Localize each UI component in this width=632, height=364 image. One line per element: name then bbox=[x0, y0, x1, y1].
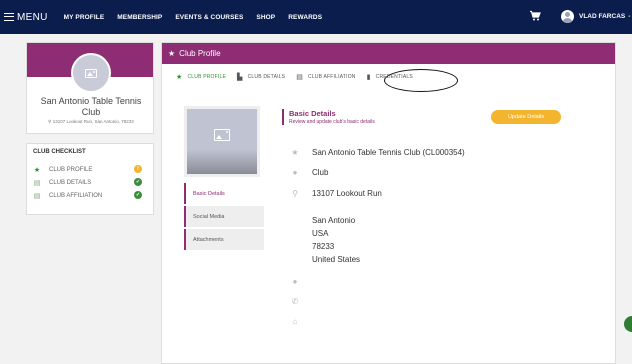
check-icon: ✓ bbox=[134, 191, 142, 199]
user-name: VLAD FARCAS bbox=[579, 13, 626, 20]
menu-button[interactable]: MENU bbox=[4, 12, 48, 23]
nav-link-shop[interactable]: SHOP bbox=[256, 14, 275, 21]
side-nav-attachments[interactable]: Attachments bbox=[184, 229, 264, 250]
details-side-nav: Basic Details Social Media Attachments bbox=[184, 183, 264, 252]
zip-value: 78233 bbox=[312, 242, 335, 251]
checklist-item-club-affiliation[interactable]: ▤ CLUB AFFILIATION ✓ bbox=[33, 190, 147, 201]
document-icon: ▙ bbox=[237, 74, 243, 81]
affiliation-icon: ▤ bbox=[296, 74, 304, 81]
menu-label: MENU bbox=[17, 11, 48, 23]
checklist-title: CLUB CHECKLIST bbox=[33, 149, 86, 155]
club-checklist: CLUB CHECKLIST ★ CLUB PROFILE ! ▤ CLUB D… bbox=[26, 143, 154, 215]
info-icon: ● bbox=[292, 168, 298, 177]
update-details-button[interactable]: Update Details bbox=[491, 110, 561, 124]
hamburger-icon bbox=[4, 13, 14, 21]
nav-link-my-profile[interactable]: MY PROFILE bbox=[64, 14, 105, 21]
panel-title: Club Profile bbox=[179, 49, 221, 58]
location-pin-icon: ⚲ bbox=[48, 119, 52, 124]
checklist-item-club-profile[interactable]: ★ CLUB PROFILE ! bbox=[33, 164, 147, 175]
chat-widget-icon[interactable] bbox=[624, 316, 632, 332]
profile-tabs: ★ CLUB PROFILE ▙ CLUB DETAILS ▤ CLUB AFF… bbox=[176, 73, 424, 81]
cart-icon[interactable] bbox=[529, 10, 541, 22]
club-address-text: 13107 Lookout Run, San Antonio, 78233 bbox=[52, 119, 134, 124]
star-icon: ★ bbox=[291, 148, 299, 157]
nav-links: MY PROFILE MEMBERSHIP EVENTS & COURSES S… bbox=[64, 14, 336, 21]
user-avatar-icon bbox=[561, 10, 574, 23]
section-header: Basic Details Review and update club's b… bbox=[282, 109, 375, 125]
side-nav-basic-details[interactable]: Basic Details bbox=[184, 183, 264, 204]
location-pin-icon: ⚲ bbox=[292, 189, 298, 198]
tab-label: CLUB PROFILE bbox=[187, 74, 227, 80]
checklist-item-label: CLUB AFFILIATION bbox=[49, 192, 103, 199]
street-row: ⚲ 13107 Lookout Run bbox=[290, 189, 382, 198]
club-name: San Antonio Table Tennis Club bbox=[40, 96, 142, 117]
home-icon: ⌂ bbox=[292, 317, 298, 326]
club-type-value: Club bbox=[312, 168, 329, 177]
star-icon: ★ bbox=[176, 74, 183, 81]
club-avatar bbox=[71, 53, 111, 93]
checklist-item-label: CLUB PROFILE bbox=[49, 166, 93, 173]
bookmark-icon: ▮ bbox=[366, 74, 371, 81]
country-value: United States bbox=[312, 255, 361, 264]
star-icon: ★ bbox=[168, 49, 176, 58]
section-subtitle: Review and update club's basic details bbox=[289, 119, 375, 125]
top-navbar: MENU MY PROFILE MEMBERSHIP EVENTS & COUR… bbox=[0, 0, 632, 34]
user-caret: - bbox=[628, 13, 631, 20]
image-placeholder-icon bbox=[214, 128, 230, 141]
street-value: 13107 Lookout Run bbox=[312, 189, 382, 198]
address-block: San Antonio USA 78233 United States bbox=[312, 214, 360, 266]
tab-credentials[interactable]: ▮ CREDENTIALS bbox=[367, 73, 413, 81]
club-name-row: ★ San Antonio Table Tennis Club (CL00035… bbox=[290, 148, 465, 157]
tab-label: CREDENTIALS bbox=[375, 74, 413, 80]
user-menu[interactable]: VLAD FARCAS - bbox=[561, 10, 630, 23]
club-profile-card: San Antonio Table Tennis Club ⚲ 13107 Lo… bbox=[26, 42, 154, 134]
tab-club-affiliation[interactable]: ▤ CLUB AFFILIATION bbox=[296, 73, 355, 81]
side-nav-social-media[interactable]: Social Media bbox=[184, 206, 264, 227]
checklist-item-club-details[interactable]: ▤ CLUB DETAILS ✓ bbox=[33, 177, 147, 188]
image-placeholder-icon bbox=[85, 68, 97, 78]
star-icon: ★ bbox=[33, 166, 41, 174]
nav-link-events-courses[interactable]: EVENTS & COURSES bbox=[175, 14, 243, 21]
tab-club-profile[interactable]: ★ CLUB PROFILE bbox=[176, 73, 226, 81]
country-code-value: USA bbox=[312, 229, 329, 238]
club-image[interactable] bbox=[184, 106, 260, 177]
nav-link-membership[interactable]: MEMBERSHIP bbox=[117, 14, 162, 21]
nav-link-rewards[interactable]: REWARDS bbox=[288, 14, 322, 21]
tab-club-details[interactable]: ▙ CLUB DETAILS bbox=[237, 73, 285, 81]
club-name-value: San Antonio Table Tennis Club (CL000354) bbox=[312, 148, 465, 157]
city-value: San Antonio bbox=[312, 216, 356, 225]
globe-icon: ● bbox=[292, 277, 298, 286]
details-icon: ▤ bbox=[33, 179, 41, 187]
section-title: Basic Details bbox=[289, 109, 336, 118]
affiliation-icon: ▤ bbox=[33, 192, 41, 200]
check-icon: ✓ bbox=[134, 178, 142, 186]
tab-label: CLUB DETAILS bbox=[247, 74, 286, 80]
warning-icon: ! bbox=[134, 165, 142, 173]
club-profile-panel: ★ Club Profile ★ CLUB PROFILE ▙ CLUB DET… bbox=[161, 42, 616, 364]
tab-label: CLUB AFFILIATION bbox=[308, 74, 356, 80]
club-type-row: ● Club bbox=[290, 168, 329, 177]
checklist-item-label: CLUB DETAILS bbox=[49, 179, 92, 186]
phone-icon: ✆ bbox=[291, 297, 299, 306]
club-address: ⚲ 13107 Lookout Run, San Antonio, 78233 bbox=[31, 119, 151, 125]
panel-header: ★ Club Profile bbox=[162, 43, 615, 64]
